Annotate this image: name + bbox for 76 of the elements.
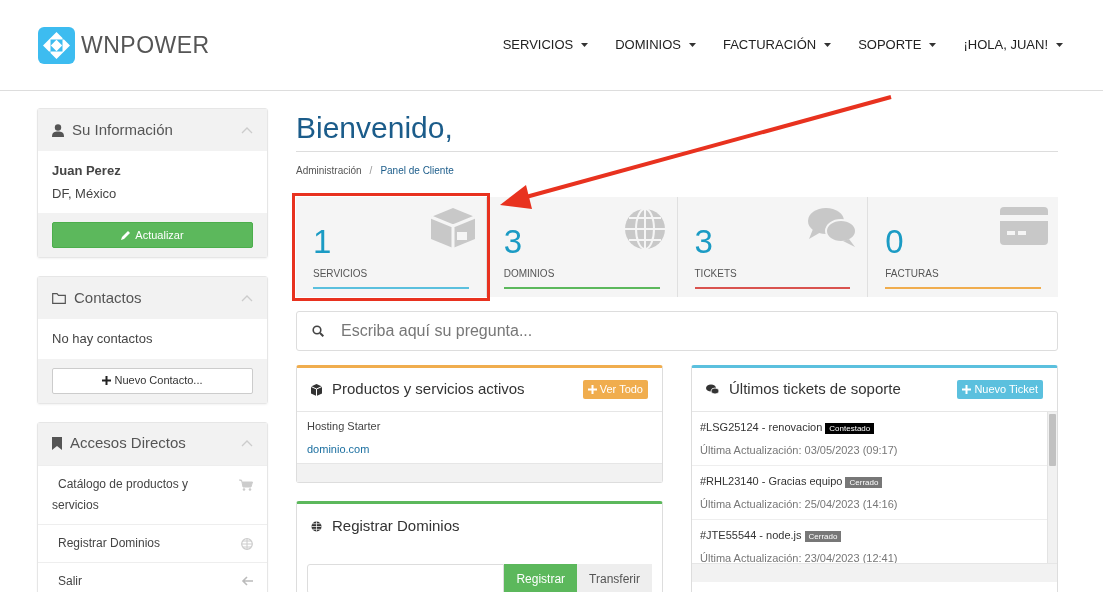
stat-label: DOMINIOS xyxy=(503,266,660,289)
panel-title: Registrar Dominios xyxy=(332,515,460,536)
credit-card-icon xyxy=(1000,207,1048,245)
panel-title: Últimos tickets de soporte xyxy=(729,379,901,400)
plus-icon xyxy=(962,385,972,394)
nav-menu-link[interactable]: SOPORTE xyxy=(858,35,937,55)
cart-icon xyxy=(239,478,253,491)
stat-label: FACTURAS xyxy=(885,266,1041,289)
ticket-link[interactable]: #LSG25124 - renovacion xyxy=(700,421,823,433)
domain-input[interactable] xyxy=(307,564,505,592)
status-label: Cerrado xyxy=(804,531,842,542)
chat-icon xyxy=(706,384,719,395)
user-icon xyxy=(52,123,64,137)
chevron-up-icon xyxy=(241,126,253,134)
plus-icon xyxy=(587,385,597,394)
caret-icon xyxy=(929,43,937,47)
bookmark-icon xyxy=(52,437,62,450)
globe-icon xyxy=(241,537,253,550)
caret-icon xyxy=(824,43,832,47)
search-icon xyxy=(312,325,324,337)
stat-tile[interactable]: 1 SERVICIOS xyxy=(296,197,486,297)
logo-icon xyxy=(38,26,75,64)
shortcut-link[interactable]: Catálogo de productos y servicios xyxy=(38,464,267,524)
stat-label: TICKETS xyxy=(694,266,851,289)
status-label: Cerrado xyxy=(845,477,883,488)
ticket-date: Última Actualización: 25/04/2023 (14:16) xyxy=(700,496,899,512)
folder-icon xyxy=(52,292,66,304)
domain-tab[interactable]: Transferir xyxy=(577,564,652,592)
chevron-up-icon xyxy=(241,440,253,447)
user-name: Juan Perez xyxy=(52,162,122,180)
search-field[interactable]: Escriba aquí su pregunta... xyxy=(296,311,1058,351)
chat-bubbles-icon xyxy=(807,207,858,247)
breadcrumb-separator: / xyxy=(369,164,373,178)
nav-menu-link[interactable]: SERVICIOS xyxy=(502,35,589,55)
nav-menu-link[interactable]: DOMINIOS xyxy=(615,35,696,55)
shortcut-link[interactable]: Salir xyxy=(38,561,267,592)
panel-title: Productos y servicios activos xyxy=(332,379,525,400)
stat-tile[interactable]: 3 TICKETS xyxy=(676,197,868,297)
panel-title: Accesos Directos xyxy=(70,433,186,454)
caret-icon xyxy=(1056,43,1063,47)
cube-icon xyxy=(311,383,322,396)
scrollbar[interactable] xyxy=(1047,412,1057,563)
globe-icon xyxy=(311,520,322,532)
shortcut-link[interactable]: Registrar Dominios xyxy=(38,523,267,562)
chevron-up-icon xyxy=(241,294,253,302)
stat-count: 1 xyxy=(313,225,333,258)
plus-icon xyxy=(102,376,112,385)
user-location: DF, México xyxy=(52,184,118,203)
caret-icon xyxy=(688,43,696,47)
stat-count: 3 xyxy=(503,225,524,258)
cube-icon xyxy=(429,207,476,249)
nav-menu-link[interactable]: FACTURACIÓN xyxy=(722,35,832,55)
empty-message: No hay contactos xyxy=(52,330,154,348)
new-contact-button[interactable]: Nuevo Contacto... xyxy=(52,367,253,394)
panel-title: Su Información xyxy=(72,119,173,140)
ticket-date: Última Actualización: 23/04/2023 (12:41) xyxy=(700,550,899,563)
ticket-link[interactable]: #RHL23140 - Gracias equipo xyxy=(700,475,843,487)
stat-count: 3 xyxy=(694,225,714,258)
ticket-date: Última Actualización: 03/05/2023 (09:17) xyxy=(700,442,899,458)
nav-menu-link[interactable]: ¡HOLA, JUAN! xyxy=(963,35,1063,55)
page-title: Bienvenido, xyxy=(296,108,1058,152)
arrow-left-icon xyxy=(241,575,253,586)
stat-count: 0 xyxy=(885,225,905,258)
domain-link[interactable]: dominio.com xyxy=(307,440,370,457)
caret-icon xyxy=(581,43,589,47)
breadcrumb-item: Panel de Cliente xyxy=(380,164,454,178)
breadcrumb-item[interactable]: Administración xyxy=(296,163,362,178)
ticket-link[interactable]: #JTE55544 - node.js xyxy=(700,529,802,541)
panel-title: Contactos xyxy=(74,287,142,308)
brand-name: WNPOWER xyxy=(81,30,210,60)
pencil-icon xyxy=(121,230,132,240)
product-name: Hosting Starter xyxy=(307,419,382,434)
stat-tile[interactable]: 0 FACTURAS xyxy=(867,197,1058,297)
stat-label: SERVICIOS xyxy=(313,266,469,289)
status-label: Contestado xyxy=(825,423,875,434)
globe-icon xyxy=(622,207,667,251)
